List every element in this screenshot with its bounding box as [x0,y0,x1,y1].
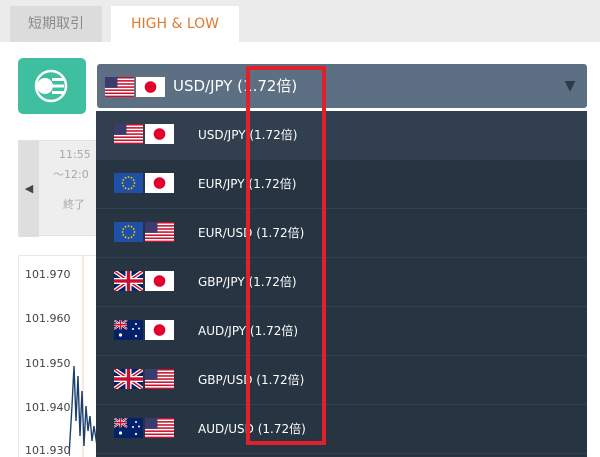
currency-dropdown: USD/JPY (1.72倍) EUR/JPY (1.72倍) EUR/USD … [96,111,587,457]
price-chart: 101.970 101.960 101.950 101.940 101.930 [18,255,101,457]
y-tick: 101.930 [25,444,71,457]
option-flags [114,173,174,193]
jp-flag-icon [136,77,165,97]
currency-option-gbp-jpy[interactable]: GBP/JPY (1.72倍) [96,258,587,307]
time-status: 終了 [63,198,85,211]
currency-option-aud-usd[interactable]: AUD/USD (1.72倍) [96,405,587,454]
us-flag-icon [145,222,174,242]
option-flags [114,369,174,389]
prev-time-button[interactable]: ◀ [19,141,39,237]
jp-flag-icon [145,173,174,193]
gb-flag-icon [114,271,143,291]
option-flags [114,222,174,242]
selected-pair-label: USD/JPY (1.72倍) [173,77,298,95]
option-label: AUD/JPY (1.72倍) [198,324,299,338]
y-tick: 101.950 [25,357,71,370]
us-flag-icon [114,124,143,144]
jp-flag-icon [145,124,174,144]
eu-flag-icon [114,222,143,242]
tab-short-term[interactable]: 短期取引 [10,6,102,42]
dropdown-arrow-icon[interactable]: ▼ [553,64,587,108]
option-label: EUR/JPY (1.72倍) [198,177,297,191]
option-label: GBP/JPY (1.72倍) [198,275,297,289]
us-flag-icon [145,418,174,438]
option-flags [114,271,174,291]
option-label: EUR/USD (1.72倍) [198,226,305,240]
tab-high-low[interactable]: HIGH & LOW [111,6,239,42]
product-icon[interactable] [18,58,86,114]
us-flag-icon [145,369,174,389]
currency-option-usd-jpy[interactable]: USD/JPY (1.72倍) [96,111,587,160]
time-end: ～12:0 [53,168,89,181]
currency-select[interactable]: USD/JPY (1.72倍) ▼ [97,64,587,108]
currency-option-aud-jpy[interactable]: AUD/JPY (1.72倍) [96,307,587,356]
time-start: 11:55 [59,148,91,161]
tab-bar: 短期取引 HIGH & LOW [0,0,600,42]
gb-flag-icon [114,369,143,389]
option-label: AUD/USD (1.72倍) [198,422,306,436]
currency-option-gbp-usd[interactable]: GBP/USD (1.72倍) [96,356,587,405]
au-flag-icon [114,418,143,438]
option-label: USD/JPY (1.72倍) [198,128,298,142]
option-flags [114,320,174,340]
jp-flag-icon [145,320,174,340]
time-slot-panel: ◀ 11:55 ～12:0 終了 [18,140,98,237]
coins-icon [34,69,68,103]
currency-option-eur-jpy[interactable]: EUR/JPY (1.72倍) [96,160,587,209]
option-label: GBP/USD (1.72倍) [198,373,305,387]
jp-flag-icon [145,271,174,291]
y-tick: 101.960 [25,312,71,325]
au-flag-icon [114,320,143,340]
us-flag-icon [105,77,134,97]
option-flags [114,418,174,438]
eu-flag-icon [114,173,143,193]
option-flags [114,124,174,144]
y-tick: 101.970 [25,268,71,281]
y-tick: 101.940 [25,401,71,414]
currency-option-eur-usd[interactable]: EUR/USD (1.72倍) [96,209,587,258]
selected-flags [105,77,165,97]
